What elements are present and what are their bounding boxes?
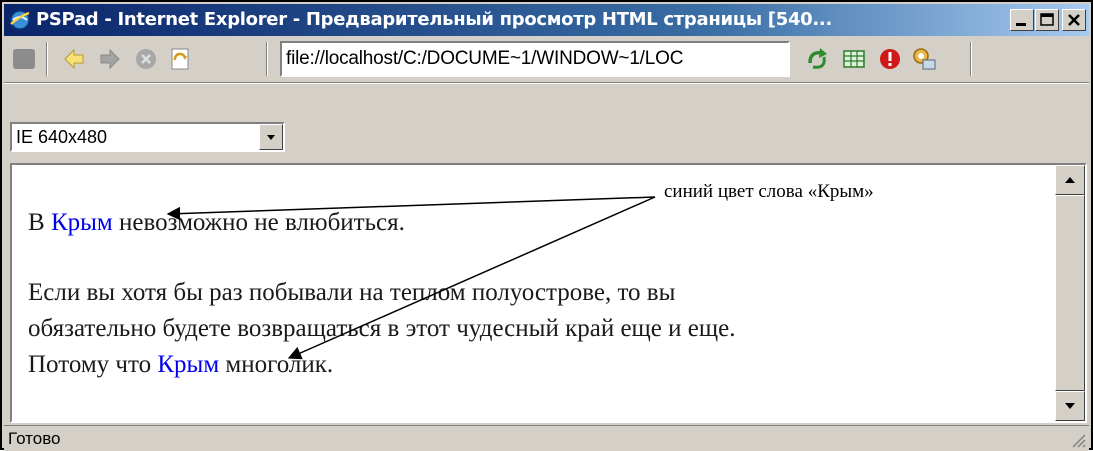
- annotation-arrows: [166, 196, 656, 360]
- annotation-arrow-1: [166, 196, 656, 221]
- annotation-arrow-2: [287, 196, 656, 360]
